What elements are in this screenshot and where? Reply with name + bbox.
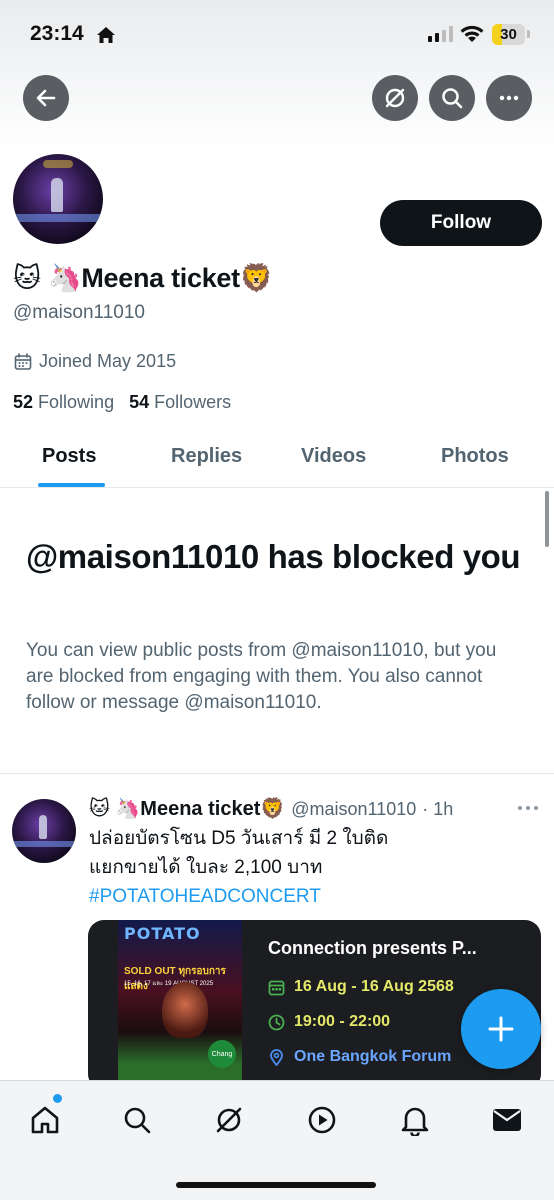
divider xyxy=(0,773,554,774)
tab-videos[interactable]: Videos xyxy=(301,445,366,468)
back-button[interactable] xyxy=(23,75,69,121)
tab-posts[interactable]: Posts xyxy=(42,445,96,468)
calendar-icon xyxy=(14,352,32,370)
bell-icon xyxy=(401,1107,429,1136)
post-author-handle[interactable]: @maison11010 xyxy=(291,799,416,820)
mail-icon xyxy=(493,1109,521,1131)
home-icon xyxy=(31,1106,59,1134)
joined-date: Joined May 2015 xyxy=(13,351,176,372)
poster-dates: 15, 16, 17 และ 19 AUGUST 2025 xyxy=(124,981,214,987)
nav-grok[interactable] xyxy=(212,1103,246,1137)
avatar-image xyxy=(13,154,103,244)
poster-title: POTATO xyxy=(124,924,201,943)
scrollbar[interactable] xyxy=(545,491,549,547)
more-horizontal-icon xyxy=(499,95,519,101)
post-text: ปล่อยบัตรโซน D5 วันเสาร์ มี 2 ใบติด แยกข… xyxy=(89,824,529,911)
video-play-icon xyxy=(308,1106,336,1134)
following-label: Following xyxy=(38,392,115,412)
battery-icon: 30 xyxy=(492,24,525,45)
card-date-row: 16 Aug - 16 Aug 2568 xyxy=(268,978,454,996)
explore-button[interactable] xyxy=(372,75,418,121)
profile-tabs: Posts Replies Videos Photos xyxy=(0,430,554,488)
nav-home[interactable] xyxy=(28,1103,62,1137)
status-time: 23:14 xyxy=(30,22,84,45)
nav-video[interactable] xyxy=(305,1103,339,1137)
active-tab-indicator xyxy=(38,483,105,487)
cellular-signal-icon xyxy=(428,26,453,42)
post-hashtag[interactable]: #POTATOHEADCONCERT xyxy=(89,882,529,911)
plus-icon xyxy=(488,1016,514,1042)
post-author-name[interactable]: 🐱 🦄Meena ticket🦁 xyxy=(89,796,285,821)
card-date: 16 Aug - 16 Aug 2568 xyxy=(294,978,454,995)
post-text-line: แยกขายได้ ใบละ 2,100 บาท xyxy=(89,857,323,878)
grok-icon xyxy=(216,1107,242,1133)
status-bar: 23:14 30 xyxy=(0,0,554,62)
compose-post-button[interactable] xyxy=(461,989,541,1069)
search-icon xyxy=(442,88,463,109)
avatar-banner xyxy=(12,841,76,847)
poster-sponsor-badge: Chang xyxy=(208,1040,236,1068)
avatar-banner xyxy=(13,214,103,222)
card-title: Connection presents P... xyxy=(268,938,477,958)
followers-count: 54 xyxy=(129,392,150,412)
search-button[interactable] xyxy=(429,75,475,121)
card-venue: One Bangkok Forum xyxy=(294,1048,452,1065)
location-pin-icon xyxy=(270,1048,283,1066)
concert-poster: POTATO SOLD OUT ทุกรอบการแสดง 15, 16, 17… xyxy=(118,920,242,1080)
card-time-row: 19:00 - 22:00 xyxy=(268,1013,390,1031)
explore-slash-icon xyxy=(385,88,405,108)
more-options-button[interactable] xyxy=(486,75,532,121)
avatar-figure xyxy=(39,815,47,839)
follow-stats: 52 Following 54 Followers xyxy=(13,392,231,413)
nav-messages[interactable] xyxy=(490,1103,524,1137)
wifi-icon xyxy=(460,25,484,42)
tab-photos[interactable]: Photos xyxy=(441,445,509,468)
card-venue-row: One Bangkok Forum xyxy=(268,1048,451,1066)
battery-tip xyxy=(527,30,530,38)
post-timestamp[interactable]: · 1h xyxy=(422,799,453,820)
avatar-stage-light xyxy=(43,160,73,168)
followers-link[interactable]: 54 Followers xyxy=(129,392,231,413)
followers-label: Followers xyxy=(154,392,232,412)
battery-level: 30 xyxy=(500,26,517,43)
home-indicator[interactable] xyxy=(176,1182,376,1188)
search-icon xyxy=(124,1107,151,1134)
post-avatar[interactable] xyxy=(12,799,76,863)
home-notification-dot xyxy=(53,1094,62,1103)
blocked-description: You can view public posts from @maison11… xyxy=(26,640,497,713)
clock-icon xyxy=(268,1014,285,1030)
follow-button[interactable]: Follow xyxy=(380,200,542,246)
blocked-title: @maison11010 has blocked you xyxy=(26,538,521,575)
avatar-figure xyxy=(51,178,63,212)
post-more-icon[interactable] xyxy=(515,798,541,818)
following-count: 52 xyxy=(13,392,34,412)
post-header: 🐱 🦄Meena ticket🦁 @maison11010 · 1h xyxy=(89,796,509,821)
arrow-left-icon xyxy=(36,89,56,107)
following-link[interactable]: 52 Following xyxy=(13,392,114,413)
poster-artist-image xyxy=(162,982,208,1038)
profile-display-name: 🐱 🦄Meena ticket🦁 xyxy=(13,263,274,293)
tab-replies[interactable]: Replies xyxy=(171,445,242,468)
nav-notifications[interactable] xyxy=(398,1103,432,1137)
calendar-icon xyxy=(268,980,285,995)
home-status-icon xyxy=(97,27,115,43)
profile-handle: @maison11010 xyxy=(13,302,145,323)
joined-label: Joined May 2015 xyxy=(39,351,177,371)
post-text-line: ปล่อยบัตรโซน D5 วันเสาร์ มี 2 ใบติด xyxy=(89,828,389,849)
nav-search[interactable] xyxy=(120,1103,154,1137)
card-time: 19:00 - 22:00 xyxy=(294,1013,391,1030)
profile-avatar[interactable] xyxy=(11,152,105,246)
